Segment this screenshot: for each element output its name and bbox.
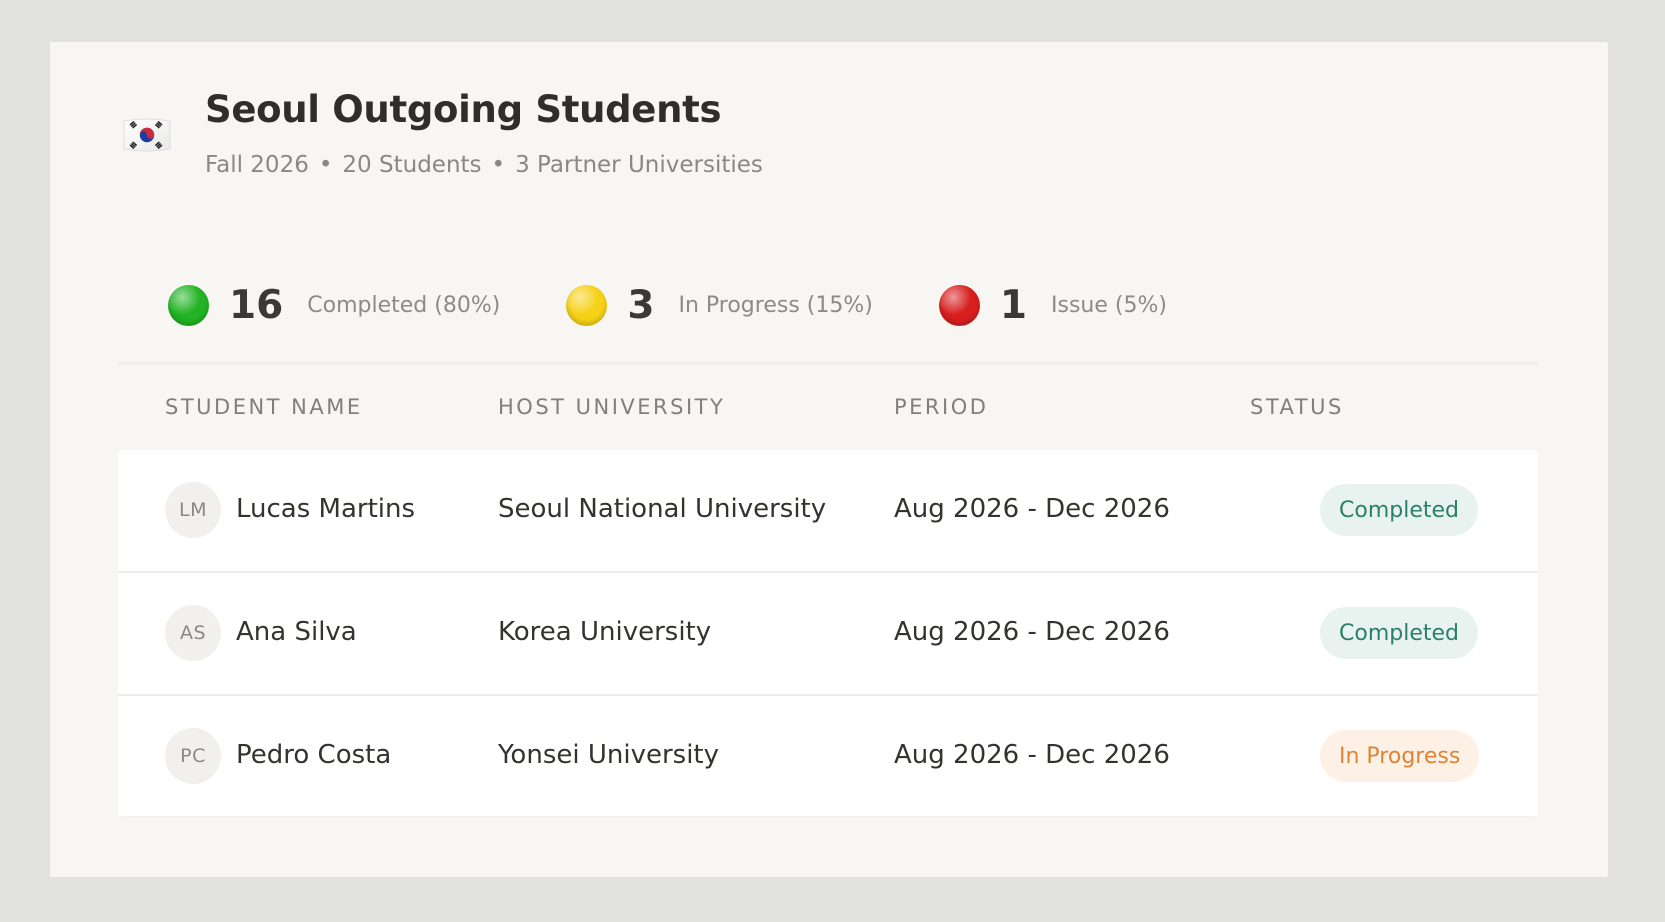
student-name: Pedro Costa — [236, 740, 392, 770]
column-header-host-university[interactable]: HOST UNIVERSITY — [498, 395, 725, 419]
stat-count: 1 — [999, 282, 1027, 328]
period: Aug 2026 - Dec 2026 — [894, 494, 1170, 524]
avatar: LM — [165, 482, 221, 538]
student-count-label: 20 Students — [342, 152, 482, 178]
host-university: Seoul National University — [498, 494, 827, 524]
stat-label: Completed (80%) — [307, 292, 501, 318]
table-header: STUDENT NAME HOST UNIVERSITY PERIOD STAT… — [118, 362, 1538, 453]
status-badge: Completed — [1320, 484, 1478, 536]
table-row[interactable]: PC Pedro Costa Yonsei University Aug 202… — [118, 696, 1538, 816]
avatar: AS — [165, 605, 221, 661]
page-subtitle: Fall 2026 • 20 Students • 3 Partner Universi… — [205, 152, 763, 178]
column-header-period[interactable]: PERIOD — [894, 395, 988, 419]
table-row[interactable]: LM Lucas Martins Seoul National Universi… — [118, 450, 1538, 573]
outgoing-students-card: Seoul Outgoing Students Fall 2026 • 20 Stu… — [50, 42, 1608, 877]
south-korea-flag-icon — [123, 118, 171, 152]
stat-label: Issue (5%) — [1051, 292, 1167, 318]
partner-count-label: 3 Partner Universities — [515, 152, 763, 178]
host-university: Korea University — [498, 617, 712, 647]
page-title: Seoul Outgoing Students — [205, 88, 722, 131]
student-name: Lucas Martins — [236, 494, 416, 524]
stat-count: 16 — [229, 282, 284, 328]
students-table-body: LM Lucas Martins Seoul National Universi… — [118, 450, 1538, 816]
stat-completed: 16 Completed (80%) — [168, 283, 500, 328]
status-summary: 16 Completed (80%) 3 In Progress (15%) 1… — [168, 270, 1233, 340]
stat-label: In Progress (15%) — [678, 292, 873, 318]
green-status-dot-icon — [168, 284, 209, 326]
period: Aug 2026 - Dec 2026 — [894, 617, 1170, 647]
host-university: Yonsei University — [498, 740, 719, 770]
student-name: Ana Silva — [236, 617, 357, 647]
separator-dot: • — [318, 152, 333, 178]
term-label: Fall 2026 — [205, 152, 309, 178]
stat-in-progress: 3 In Progress (15%) — [566, 283, 873, 328]
status-badge: In Progress — [1320, 730, 1480, 782]
column-header-student-name[interactable]: STUDENT NAME — [165, 395, 363, 419]
column-header-status[interactable]: STATUS — [1250, 395, 1344, 419]
separator-dot: • — [491, 152, 506, 178]
period: Aug 2026 - Dec 2026 — [894, 740, 1170, 770]
yellow-status-dot-icon — [566, 284, 608, 326]
stat-issue: 1 Issue (5%) — [938, 282, 1167, 328]
status-badge: Completed — [1320, 607, 1478, 659]
table-row[interactable]: AS Ana Silva Korea University Aug 2026 -… — [118, 573, 1538, 696]
avatar: PC — [165, 728, 221, 784]
stat-count: 3 — [627, 282, 655, 328]
red-status-dot-icon — [938, 284, 980, 326]
